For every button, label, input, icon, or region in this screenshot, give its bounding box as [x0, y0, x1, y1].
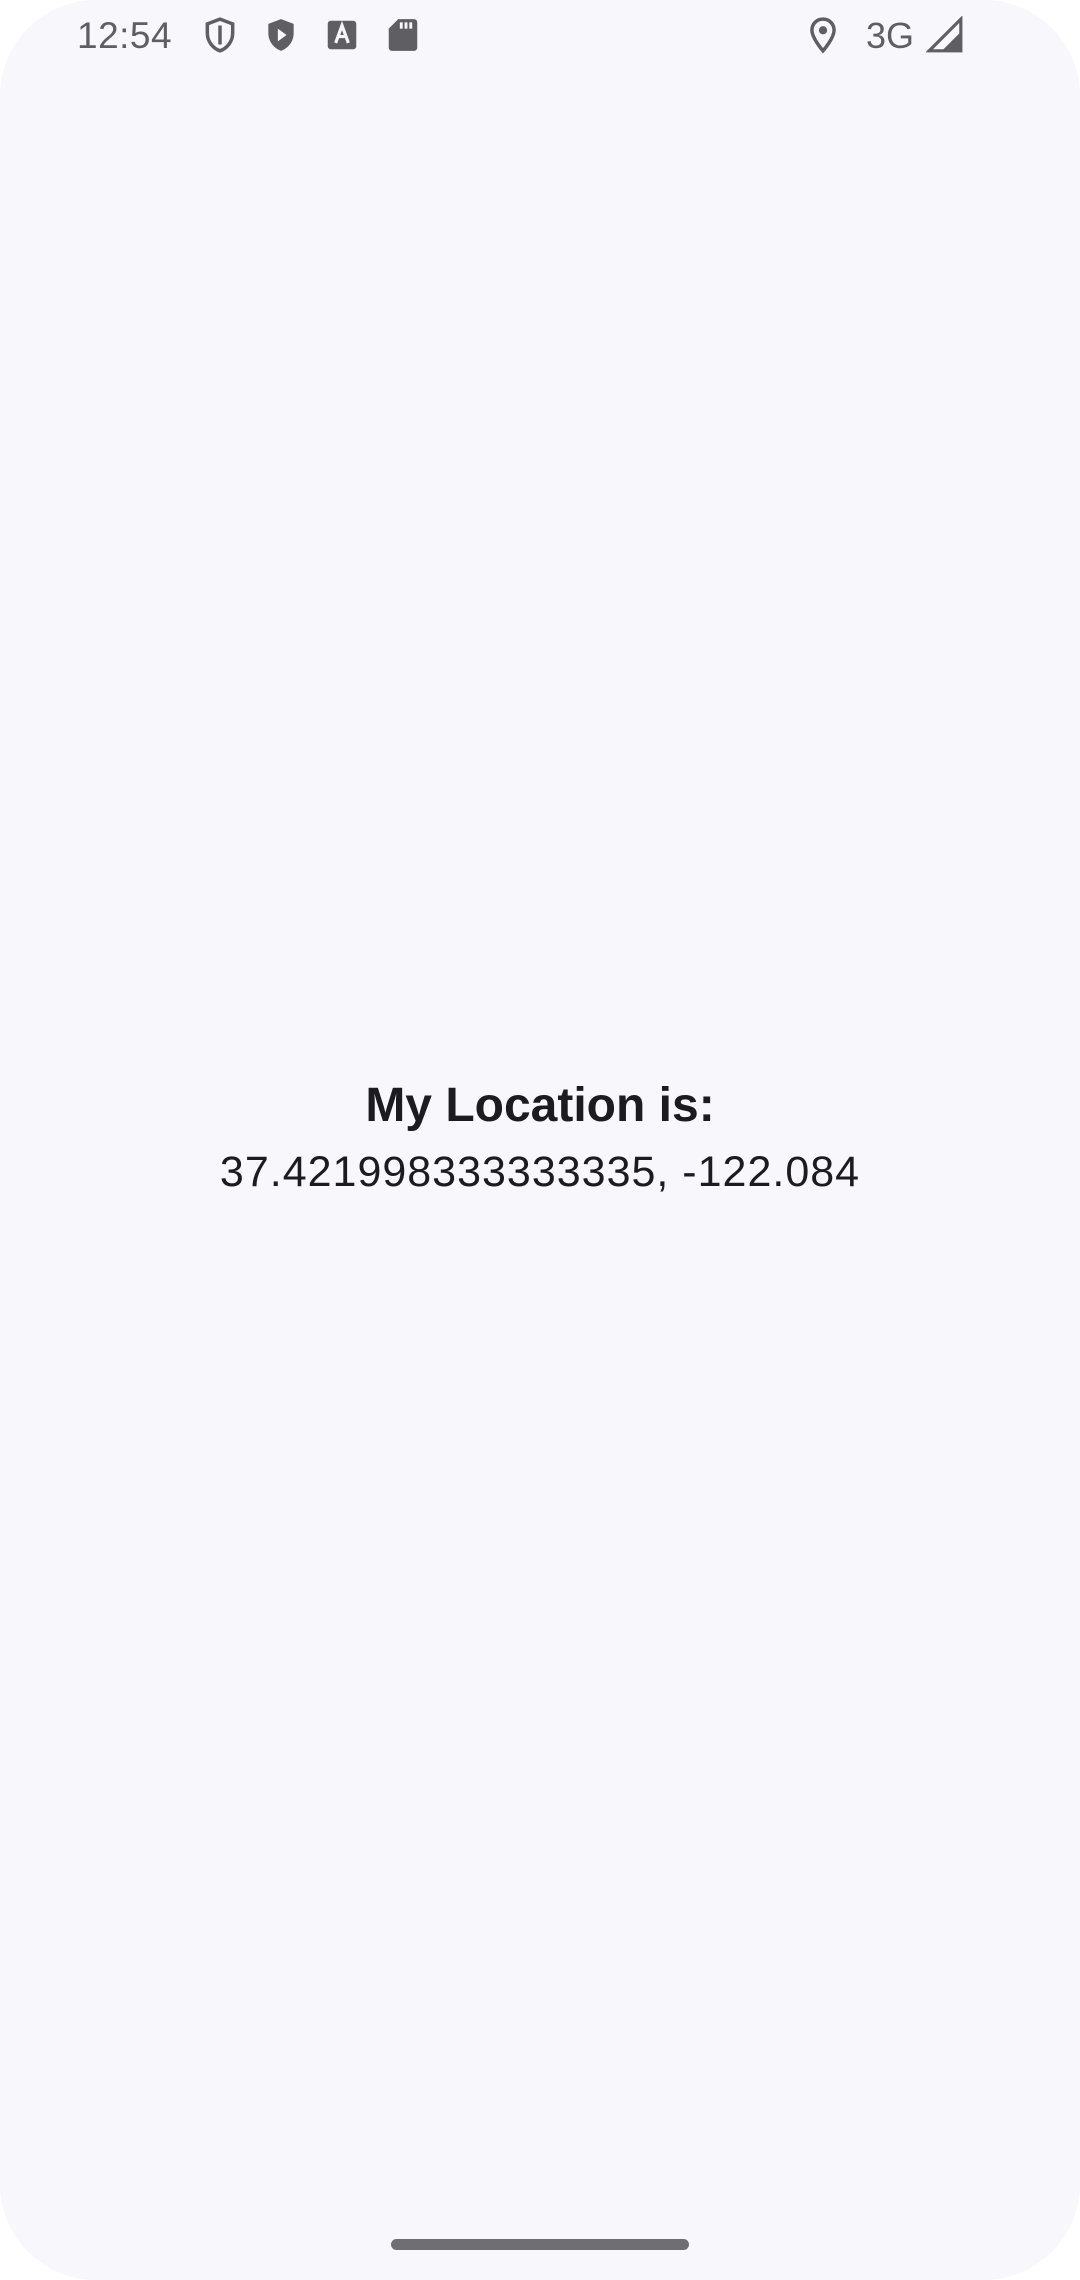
shield-outline-icon [201, 16, 239, 54]
location-pin-icon [804, 16, 842, 54]
location-content: My Location is: 37.421998333333335, -122… [0, 1070, 1080, 1202]
status-time: 12:54 [77, 15, 173, 56]
gesture-nav-handle[interactable] [391, 2239, 689, 2250]
location-coordinates: 37.421998333333335, -122.084 [219, 1148, 861, 1196]
sd-card-icon [384, 16, 422, 54]
status-bar: 12:54 3G [0, 0, 1080, 72]
text-a-icon [323, 16, 361, 54]
signal-icon [926, 16, 964, 54]
play-shield-icon [262, 16, 300, 54]
app-screen: 12:54 3G My Location is: 37.421998333333… [0, 0, 1080, 2280]
location-title: My Location is: [365, 1079, 715, 1132]
network-type: 3G [866, 15, 915, 56]
